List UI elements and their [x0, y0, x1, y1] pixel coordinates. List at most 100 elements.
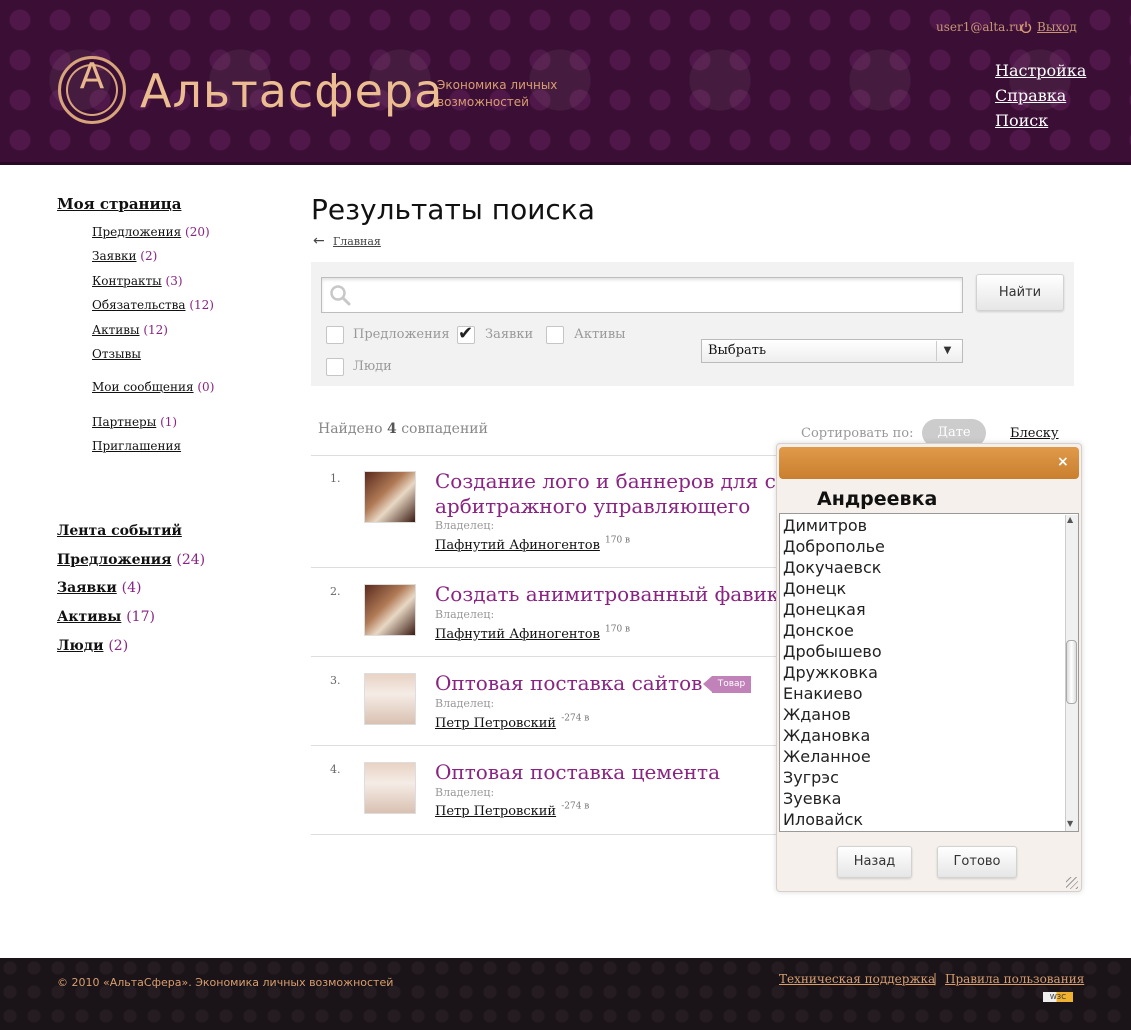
my-page-link[interactable]: Моя страница: [57, 195, 181, 213]
price: -274 в: [561, 713, 590, 724]
sort-label: Сортировать по:: [801, 426, 914, 441]
result-thumbnail[interactable]: [364, 471, 416, 523]
list-item[interactable]: Донецкая: [783, 600, 866, 619]
section-label[interactable]: Люди: [57, 638, 103, 654]
list-item[interactable]: Зуевка: [783, 789, 841, 808]
list-item[interactable]: Иловайск: [783, 810, 863, 829]
section-label[interactable]: Активы: [57, 609, 121, 625]
logout-link[interactable]: Выход: [1037, 20, 1077, 34]
list-item[interactable]: Енакиево: [783, 684, 863, 703]
sidebar-item-label[interactable]: Партнеры: [92, 415, 156, 429]
owner-link[interactable]: Петр Петровский: [435, 716, 556, 731]
result-thumbnail[interactable]: [364, 673, 416, 725]
list-item[interactable]: Желанное: [783, 747, 871, 766]
sidebar-item-label[interactable]: Приглашения: [92, 439, 181, 453]
category-select[interactable]: Выбрать: [701, 339, 963, 363]
chevron-down-icon[interactable]: ▼: [936, 341, 958, 361]
sidebar-item-label[interactable]: Обязательства: [92, 298, 186, 312]
sidebar-item-count: (3): [165, 274, 183, 288]
filter-requests-label[interactable]: Заявки: [485, 327, 533, 342]
result-thumbnail[interactable]: [364, 584, 416, 636]
sidebar-item-label[interactable]: Мои сообщения: [92, 380, 194, 394]
sidebar-item-label[interactable]: Отзывы: [92, 347, 141, 361]
sidebar-item-label[interactable]: Активы: [92, 323, 140, 337]
sidebar-item-messages[interactable]: Мои сообщения (0): [92, 380, 214, 394]
sidebar-item-label[interactable]: Предложения: [92, 225, 181, 239]
sidebar-item-label[interactable]: Заявки: [92, 249, 136, 263]
filter-people-label[interactable]: Люди: [353, 359, 392, 374]
rules-link[interactable]: Правила пользования: [945, 972, 1084, 986]
result-title[interactable]: Оптовая поставка цемента: [435, 760, 780, 785]
divider: [311, 834, 781, 835]
sidebar-item-requests[interactable]: Заявки (2): [92, 249, 157, 263]
owner-label: Владелец:: [435, 608, 495, 621]
list-item[interactable]: Донское: [783, 621, 854, 640]
filter-assets-label[interactable]: Активы: [574, 327, 626, 342]
sidebar-item-contracts[interactable]: Контракты (3): [92, 274, 183, 288]
result-title[interactable]: Создать анимитрованный фавик: [435, 582, 780, 607]
sidebar-item-reviews[interactable]: Отзывы: [92, 347, 141, 361]
section-label[interactable]: Предложения: [57, 552, 171, 568]
tag-notch: [703, 676, 712, 692]
owner-link[interactable]: Петр Петровский: [435, 804, 556, 819]
owner-row: Петр Петровский -274 в: [435, 712, 589, 731]
filter-offers-checkbox[interactable]: [326, 326, 344, 344]
scroll-up-icon[interactable]: ▲: [1067, 515, 1073, 524]
list-item[interactable]: Донецк: [783, 579, 846, 598]
result-thumbnail[interactable]: [364, 762, 416, 814]
section-offers[interactable]: Предложения (24): [57, 552, 205, 568]
filter-offers-label[interactable]: Предложения: [353, 327, 450, 342]
search-link[interactable]: Поиск: [995, 111, 1048, 130]
breadcrumb[interactable]: Главная: [333, 235, 381, 248]
price: 170 в: [605, 535, 631, 546]
list-item[interactable]: Димитров: [783, 516, 867, 535]
search-input[interactable]: [321, 277, 963, 313]
result-number: 4.: [330, 763, 341, 776]
scrollbar-thumb[interactable]: [1066, 640, 1077, 704]
check-icon[interactable]: ✔: [458, 323, 473, 344]
list-item[interactable]: Зугрэс: [783, 768, 839, 787]
sort-by-shine-link[interactable]: Блеску: [1010, 426, 1059, 441]
filter-people-checkbox[interactable]: [326, 358, 344, 376]
help-link[interactable]: Справка: [995, 86, 1066, 105]
list-item[interactable]: Доброполье: [783, 537, 885, 556]
sidebar-item-partners[interactable]: Партнеры (1): [92, 415, 177, 429]
list-item[interactable]: Ждановка: [783, 726, 870, 745]
section-requests[interactable]: Заявки (4): [57, 580, 141, 596]
power-icon[interactable]: [1020, 21, 1032, 33]
scroll-down-icon[interactable]: ▼: [1067, 819, 1073, 828]
list-item[interactable]: Дробышево: [783, 642, 882, 661]
sidebar-item-offers[interactable]: Предложения (20): [92, 225, 210, 239]
result-title[interactable]: Создание лого и баннеров для са: [435, 469, 780, 494]
section-count: (2): [108, 638, 129, 654]
section-label[interactable]: Заявки: [57, 580, 117, 596]
done-button[interactable]: Готово: [937, 846, 1017, 878]
owner-label: Владелец:: [435, 786, 495, 799]
w3c-badge-icon[interactable]: W3C: [1043, 992, 1073, 1002]
list-item[interactable]: Докучаевск: [783, 558, 881, 577]
section-assets[interactable]: Активы (17): [57, 609, 155, 625]
result-title-line2[interactable]: арбитражного управляющего: [435, 494, 780, 519]
list-item[interactable]: Дружковка: [783, 663, 878, 682]
owner-link[interactable]: Пафнутий Афиногентов: [435, 538, 600, 553]
brand-name[interactable]: Альтасфера: [140, 64, 443, 118]
price: -274 в: [561, 801, 590, 812]
resize-grip-icon[interactable]: [1066, 877, 1078, 889]
settings-link[interactable]: Настройка: [995, 61, 1086, 80]
list-item[interactable]: Жданов: [783, 705, 851, 724]
arrow-left-icon[interactable]: ←: [313, 233, 325, 249]
section-people[interactable]: Люди (2): [57, 638, 128, 654]
result-title[interactable]: Оптовая поставка сайтов: [435, 671, 705, 696]
sidebar-item-invites[interactable]: Приглашения: [92, 439, 181, 453]
sidebar-item-label[interactable]: Контракты: [92, 274, 162, 288]
find-button[interactable]: Найти: [976, 274, 1064, 311]
sidebar-item-obligations[interactable]: Обязательства (12): [92, 298, 214, 312]
support-link[interactable]: Техническая поддержка: [779, 972, 935, 986]
events-feed-link[interactable]: Лента событий: [57, 523, 182, 539]
owner-link[interactable]: Пафнутий Афиногентов: [435, 627, 600, 642]
back-button[interactable]: Назад: [837, 846, 912, 878]
dialog-title-bar[interactable]: [779, 447, 1079, 479]
sidebar-item-assets[interactable]: Активы (12): [92, 323, 168, 337]
filter-assets-checkbox[interactable]: [546, 326, 564, 344]
close-icon[interactable]: ×: [1057, 454, 1069, 470]
